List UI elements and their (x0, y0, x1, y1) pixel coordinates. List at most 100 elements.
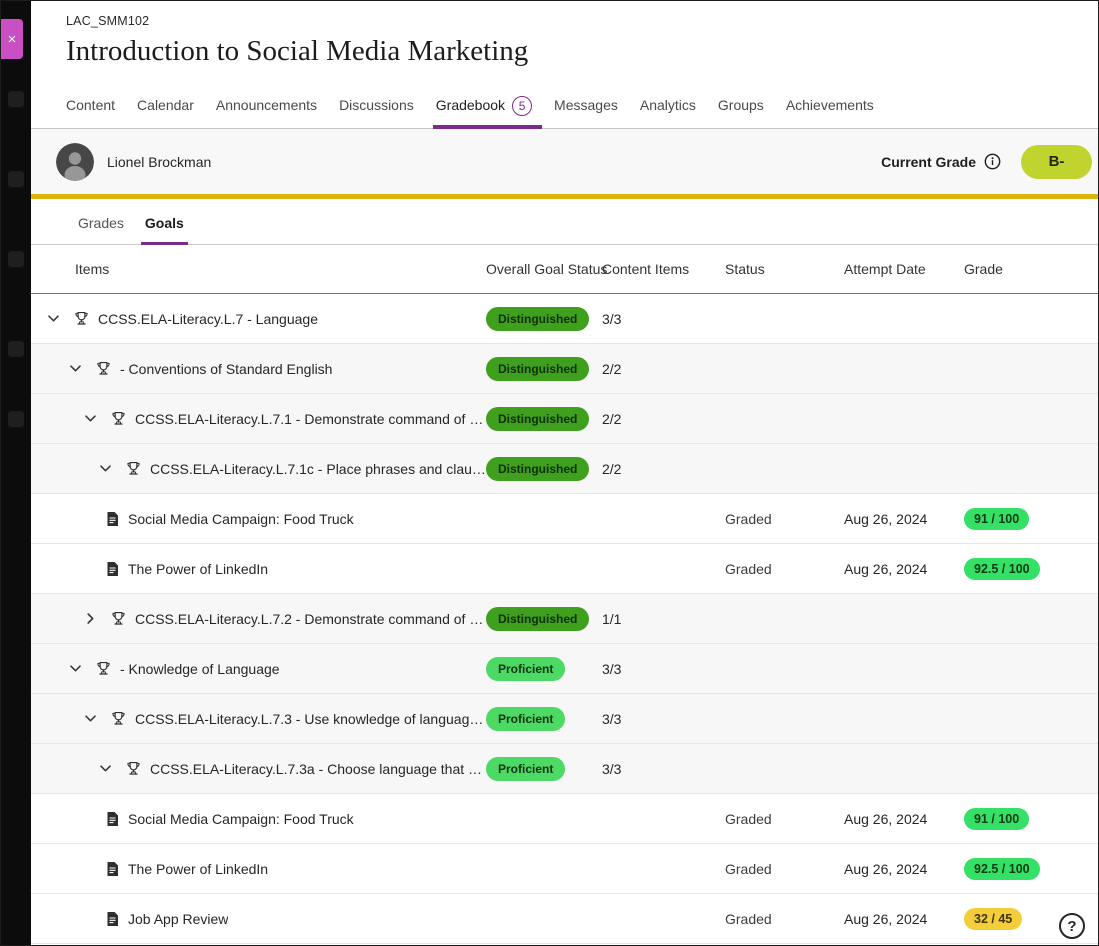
nav-label: Analytics (640, 97, 696, 113)
goal-row: CCSS.ELA-Literacy.L.7.2 - Demonstrate co… (31, 594, 1098, 644)
content-item-label[interactable]: The Power of LinkedIn (128, 561, 268, 577)
tab-grades[interactable]: Grades (78, 215, 124, 244)
gradebook-subtabs: Grades Goals (31, 199, 1098, 245)
goal-trophy-icon (110, 610, 127, 627)
goal-status-cell: Distinguished (486, 407, 602, 431)
nav-label: Gradebook (436, 97, 505, 113)
goal-trophy-icon (73, 310, 90, 327)
goal-row: CCSS.ELA-Literacy.L.7.3 - Use knowledge … (31, 694, 1098, 744)
attempt-date: Aug 26, 2024 (844, 811, 964, 827)
grade-cell: 92.5 / 100 (964, 558, 1082, 580)
document-icon (105, 811, 120, 827)
grade-cell: 91 / 100 (964, 808, 1082, 830)
current-grade-pill[interactable]: B- (1021, 145, 1092, 179)
tab-calendar[interactable]: Calendar (137, 97, 194, 128)
tab-discussions[interactable]: Discussions (339, 97, 414, 128)
document-icon (105, 911, 120, 927)
content-items-count: 3/3 (602, 711, 725, 727)
content-item-row: Social Media Campaign: Food Truck GradedA… (31, 794, 1098, 844)
info-icon[interactable] (984, 153, 1001, 170)
goal-label: - Knowledge of Language (120, 661, 280, 677)
content-item-row: The Power of LinkedInGradedAug 26, 20249… (31, 844, 1098, 894)
collapse-chevron-icon[interactable] (97, 761, 113, 777)
grade-cell: 92.5 / 100 (964, 858, 1082, 880)
collapse-chevron-icon[interactable] (82, 411, 98, 427)
content-item-label[interactable]: Social Media Campaign: Food Truck (128, 511, 354, 527)
items-cell: CCSS.ELA-Literacy.L.7.2 - Demonstrate co… (31, 610, 486, 627)
status-text: Graded (725, 811, 844, 827)
items-cell: CCSS.ELA-Literacy.L.7.1c - Place phrases… (31, 460, 486, 477)
goal-status-cell: Distinguished (486, 307, 602, 331)
help-icon[interactable]: ? (1059, 913, 1085, 939)
goal-trophy-icon (110, 410, 127, 427)
attempt-date: Aug 26, 2024 (844, 861, 964, 877)
attempt-date: Aug 26, 2024 (844, 561, 964, 577)
close-icon: × (8, 32, 17, 47)
help-glyph: ? (1067, 918, 1076, 935)
collapse-chevron-icon[interactable] (67, 361, 83, 377)
goal-status-cell: Proficient (486, 707, 602, 731)
goal-status-cell: Distinguished (486, 607, 602, 631)
nav-label: Content (66, 97, 115, 113)
grade-pill[interactable]: 32 / 45 (964, 908, 1022, 930)
grade-pill[interactable]: 92.5 / 100 (964, 558, 1040, 580)
goal-status-cell: Distinguished (486, 457, 602, 481)
goal-status-badge: Proficient (486, 757, 565, 781)
content-items-count: 2/2 (602, 461, 725, 477)
goal-trophy-icon (125, 460, 142, 477)
tab-messages[interactable]: Messages (554, 97, 618, 128)
expand-chevron-icon[interactable] (82, 611, 98, 627)
goal-status-badge: Distinguished (486, 357, 589, 381)
grade-pill[interactable]: 91 / 100 (964, 808, 1029, 830)
document-icon (105, 861, 120, 877)
collapse-chevron-icon[interactable] (82, 711, 98, 727)
tab-gradebook[interactable]: Gradebook5 (436, 96, 532, 128)
gradebook-goals-page: × LAC_SMM102 Introduction to Social Medi… (0, 0, 1099, 946)
tab-groups[interactable]: Groups (718, 97, 764, 128)
column-header-status: Status (725, 261, 844, 277)
collapse-chevron-icon[interactable] (67, 661, 83, 677)
goal-label: CCSS.ELA-Literacy.L.7.3a - Choose langua… (150, 761, 486, 777)
items-cell: CCSS.ELA-Literacy.L.7.1 - Demonstrate co… (31, 410, 486, 427)
close-panel-button[interactable]: × (1, 19, 23, 59)
collapse-chevron-icon[interactable] (97, 461, 113, 477)
grade-pill[interactable]: 91 / 100 (964, 508, 1029, 530)
course-id: LAC_SMM102 (66, 14, 1098, 28)
grade-cell: 91 / 100 (964, 508, 1082, 530)
goal-status-badge: Proficient (486, 707, 565, 731)
tab-content[interactable]: Content (66, 97, 115, 128)
sidebar-ghost-icon (8, 91, 24, 107)
content-item-row: The Power of LinkedInGradedAug 26, 20249… (31, 544, 1098, 594)
content-item-label[interactable]: Social Media Campaign: Food Truck (128, 811, 354, 827)
goal-status-badge: Proficient (486, 657, 565, 681)
tab-goals[interactable]: Goals (145, 215, 184, 244)
table-header-row: Items Overall Goal Status Content Items … (31, 245, 1098, 294)
content-item-label[interactable]: Job App Review (128, 911, 228, 927)
column-header-content-items: Content Items (602, 261, 725, 277)
goals-table: Items Overall Goal Status Content Items … (31, 245, 1098, 945)
goal-row: CCSS.ELA-Literacy.L.7.3a - Choose langua… (31, 744, 1098, 794)
document-icon (105, 561, 120, 577)
items-cell: Job App Review (31, 911, 486, 927)
items-cell: - Knowledge of Language (31, 660, 486, 677)
content-items-count: 2/2 (602, 361, 725, 377)
goal-status-badge: Distinguished (486, 607, 589, 631)
content-item-label[interactable]: The Power of LinkedIn (128, 861, 268, 877)
collapse-chevron-icon[interactable] (45, 311, 61, 327)
goal-row: - Knowledge of LanguageProficient3/3 (31, 644, 1098, 694)
goal-status-cell: Proficient (486, 657, 602, 681)
nav-label: Calendar (137, 97, 194, 113)
column-header-attempt-date: Attempt Date (844, 261, 964, 277)
goal-status-badge: Distinguished (486, 407, 589, 431)
tab-analytics[interactable]: Analytics (640, 97, 696, 128)
goal-trophy-icon (125, 760, 142, 777)
column-header-items: Items (31, 261, 486, 277)
goal-row: CCSS.ELA-Literacy.L.7.1c - Place phrases… (31, 444, 1098, 494)
goal-row: - Conventions of Standard EnglishDisting… (31, 344, 1098, 394)
grade-pill[interactable]: 92.5 / 100 (964, 858, 1040, 880)
nav-label: Groups (718, 97, 764, 113)
tab-announcements[interactable]: Announcements (216, 97, 317, 128)
student-name: Lionel Brockman (107, 154, 211, 170)
tab-achievements[interactable]: Achievements (786, 97, 874, 128)
content-item-row: Job App ReviewGradedAug 26, 202432 / 45 (31, 894, 1098, 944)
